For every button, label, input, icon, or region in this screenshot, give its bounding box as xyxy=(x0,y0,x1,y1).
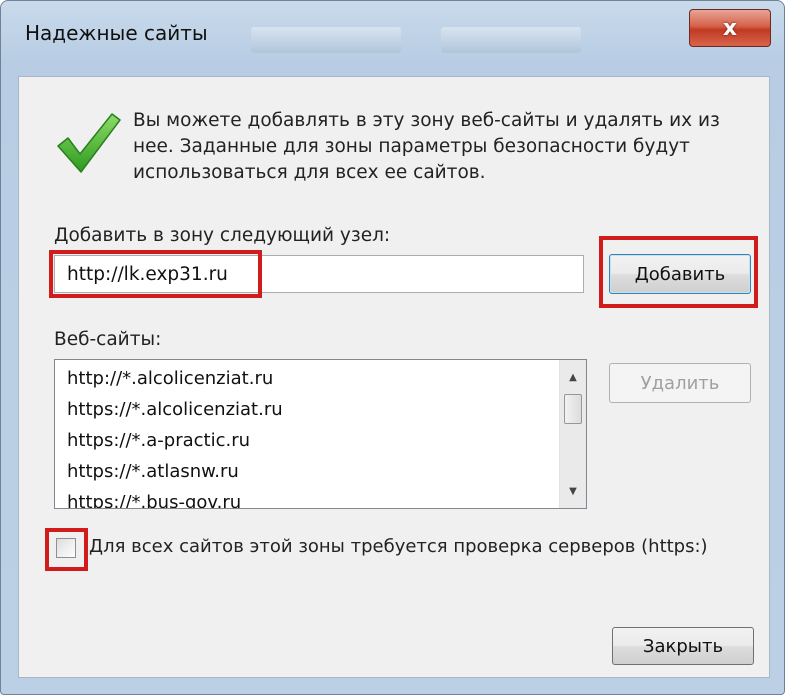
list-item[interactable]: https://*.atlasnw.ru xyxy=(55,456,586,487)
list-item[interactable]: https://*.bus-gov.ru xyxy=(55,487,586,508)
highlight-checkbox xyxy=(45,528,88,571)
highlight-add-button xyxy=(599,236,758,308)
scrollbar-thumb[interactable] xyxy=(564,394,582,424)
websites-list[interactable]: http://*.alcolicenziat.ru https://*.alco… xyxy=(54,359,587,509)
title-bar[interactable]: Надежные сайты x xyxy=(1,1,784,76)
close-icon: x xyxy=(722,15,738,41)
zone-info-text: Вы можете добавлять в эту зону веб-сайты… xyxy=(133,110,720,183)
list-scrollbar[interactable]: ▲ ▼ xyxy=(559,360,586,508)
highlight-url-field xyxy=(49,250,262,298)
list-item[interactable]: http://*.alcolicenziat.ru xyxy=(55,363,586,394)
scroll-down-arrow-icon[interactable]: ▼ xyxy=(560,478,586,504)
close-button[interactable]: Закрыть xyxy=(612,627,754,665)
checkmark-icon xyxy=(57,113,121,173)
list-item[interactable]: https://*.alcolicenziat.ru xyxy=(55,394,586,425)
add-site-label: Добавить в зону следующий узел: xyxy=(54,225,391,246)
background-tab-blurred xyxy=(441,27,581,53)
remove-button[interactable]: Удалить xyxy=(609,363,751,403)
dialog-title: Надежные сайты xyxy=(25,21,208,45)
background-tab-blurred xyxy=(251,27,401,53)
close-window-button[interactable]: x xyxy=(689,9,771,47)
require-https-label: Для всех сайтов этой зоны требуется пров… xyxy=(89,536,708,557)
scroll-up-arrow-icon[interactable]: ▲ xyxy=(560,364,586,390)
websites-label: Веб-сайты: xyxy=(54,329,162,350)
list-item[interactable]: https://*.a-practic.ru xyxy=(55,425,586,456)
dialog-content: Вы можете добавлять в эту зону веб-сайты… xyxy=(18,76,770,678)
trusted-sites-dialog: Надежные сайты x Вы можете добавлять в э… xyxy=(0,0,785,695)
